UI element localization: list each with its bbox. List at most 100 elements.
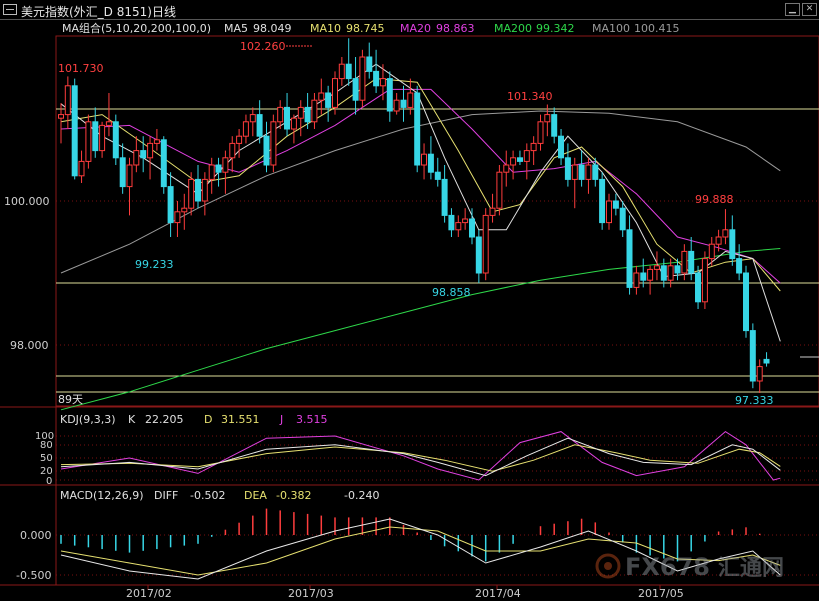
candle-body-69 — [530, 142, 537, 152]
candle-19 — [188, 172, 195, 216]
candle-body-81 — [612, 200, 619, 209]
candle-82 — [619, 201, 626, 237]
candle-body-60 — [469, 218, 475, 238]
candle-body-29 — [256, 114, 263, 137]
candle-74 — [564, 143, 571, 187]
candle-4 — [85, 114, 92, 169]
candle-body-74 — [564, 157, 571, 180]
ma100-legend-value: 100.415 — [634, 22, 680, 35]
candle-body-50 — [400, 99, 407, 108]
candle-body-40 — [332, 78, 338, 108]
candle-body-76 — [578, 164, 585, 180]
ma-legend-group: MA组合(5,10,20,200,100,0) — [62, 21, 211, 35]
candlestick-series — [58, 38, 770, 393]
close-button[interactable]: ✕ — [802, 3, 817, 16]
fx678-watermark: FX678 汇通网 — [595, 553, 784, 581]
candle-42 — [345, 38, 352, 86]
candle-body-46 — [373, 70, 380, 87]
candle-25 — [229, 136, 236, 173]
watermark-cn: 汇通网 — [718, 556, 784, 581]
candle-body-75 — [571, 164, 578, 180]
candle-body-22 — [208, 164, 215, 180]
candle-14 — [153, 129, 160, 151]
candle-body-44 — [359, 56, 366, 101]
macd-title: MACD(12,26,9) — [60, 489, 144, 502]
candle-93 — [695, 265, 701, 309]
candle-7 — [105, 93, 112, 137]
annot-low-98858: 98.858 — [432, 286, 471, 299]
candle-body-27 — [242, 121, 249, 137]
candle-body-85 — [640, 272, 647, 281]
candle-69 — [530, 136, 537, 165]
candle-body-84 — [633, 272, 640, 288]
macd-dea-value: -0.382 — [276, 489, 311, 502]
candle-57 — [448, 208, 455, 237]
candle-26 — [236, 129, 243, 158]
candle-body-55 — [434, 171, 441, 180]
candle-21 — [201, 172, 208, 216]
candle-body-93 — [695, 272, 701, 303]
candle-body-97 — [722, 229, 729, 238]
candle-50 — [400, 85, 407, 122]
candle-body-77 — [585, 164, 592, 180]
candle-body-30 — [263, 135, 270, 166]
candle-53 — [421, 143, 427, 180]
candle-62 — [482, 208, 489, 281]
x-tick-label-3: 2017/05 — [638, 587, 684, 600]
candle-body-3 — [78, 160, 85, 177]
menu-box-icon[interactable] — [3, 4, 17, 15]
candle-6 — [99, 121, 106, 158]
ma5-legend-value: 98.049 — [253, 22, 292, 35]
candle-body-88 — [660, 265, 667, 281]
candle-body-72 — [551, 114, 558, 137]
candle-body-64 — [496, 171, 503, 209]
candle-body-23 — [215, 164, 222, 173]
candle-body-7 — [105, 121, 112, 126]
candle-body-10 — [126, 164, 133, 188]
candle-body-17 — [174, 211, 181, 224]
candle-body-49 — [393, 99, 400, 112]
candle-body-54 — [427, 153, 434, 173]
candle-5 — [92, 107, 99, 158]
annot-low-97333: 97.333 — [735, 394, 774, 407]
candle-body-43 — [352, 78, 359, 101]
candle-body-62 — [482, 214, 489, 274]
candle-body-67 — [517, 157, 523, 162]
candle-body-100 — [743, 272, 749, 332]
candle-body-38 — [318, 92, 325, 101]
candle-22 — [208, 157, 215, 194]
candle-body-79 — [599, 178, 606, 224]
kdj-pane: 100 80 50 20 0 KDJ(9,3,3) K 22.205 D 31.… — [35, 413, 819, 487]
kdj-k-line — [60, 437, 781, 477]
ma100-legend-name: MA100 — [592, 22, 630, 35]
candle-28 — [249, 107, 256, 137]
ma20-legend-name: MA20 — [400, 22, 431, 35]
window-title: 美元指数(外汇_D 8151)日线 — [21, 5, 176, 19]
candle-body-103 — [763, 358, 770, 364]
price-chart[interactable]: 100.000 98.000 MA组合(5,10,20,200,100,0) M… — [0, 20, 819, 601]
candle-body-35 — [297, 106, 304, 119]
candle-body-47 — [379, 78, 386, 87]
annot-high-99888: 99.888 — [695, 193, 734, 206]
minimize-button[interactable]: ▁ — [785, 3, 800, 16]
candle-83 — [626, 215, 633, 295]
candle-body-56 — [441, 178, 448, 216]
candle-body-32 — [277, 106, 284, 123]
candle-95 — [708, 237, 715, 266]
candle-body-53 — [421, 153, 427, 166]
candle-body-82 — [619, 207, 626, 231]
date-axis: 2017/02 2017/03 2017/04 2017/05 — [126, 585, 684, 600]
candle-102 — [756, 359, 763, 393]
kdj-k-value: 22.205 — [145, 413, 184, 426]
macd-tick-neg05: -0.500 — [16, 569, 51, 582]
x-tick-label-0: 2017/02 — [126, 587, 172, 600]
candle-body-6 — [99, 124, 106, 152]
candle-body-28 — [249, 114, 256, 123]
annot-high-102260: 102.260 — [240, 40, 286, 53]
candle-body-98 — [729, 229, 736, 260]
candle-body-19 — [188, 178, 195, 209]
candle-58 — [455, 215, 462, 237]
candle-body-83 — [626, 229, 633, 288]
macd-diff-label: DIFF — [154, 489, 178, 502]
candle-37 — [311, 93, 318, 129]
